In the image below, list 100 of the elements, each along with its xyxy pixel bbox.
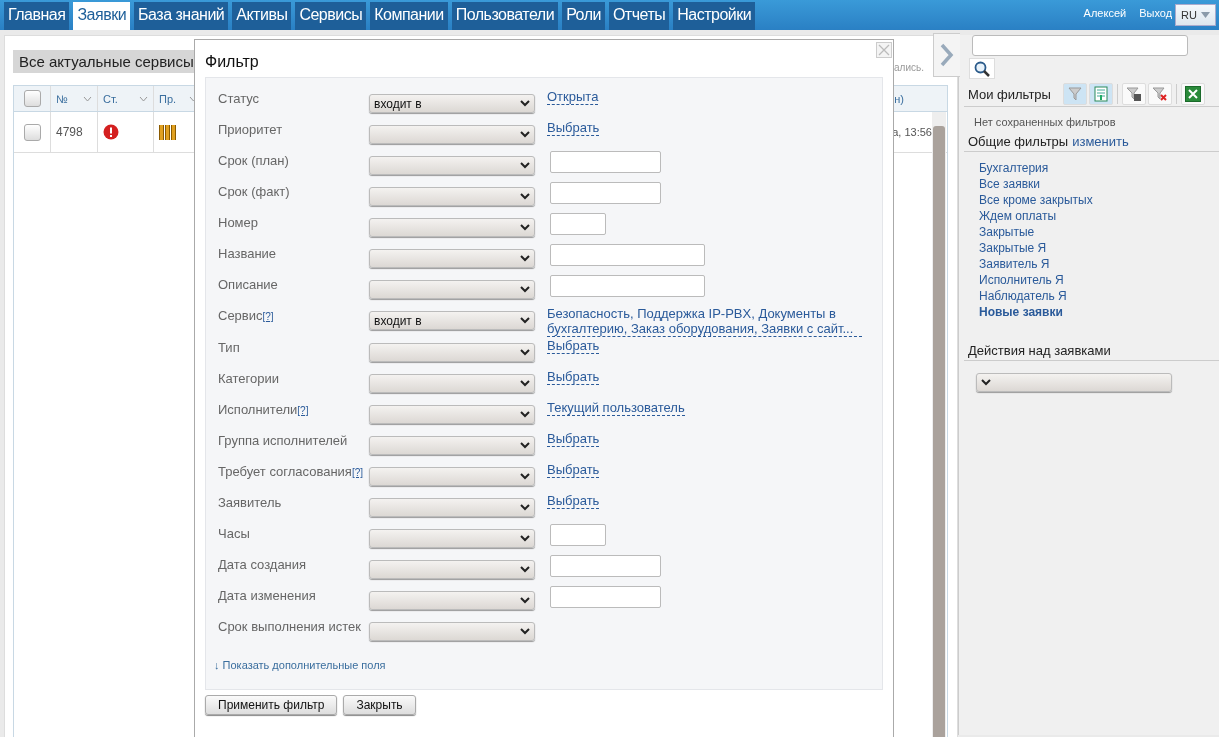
- help-link[interactable]: [?]: [351, 467, 364, 478]
- operator-select[interactable]: [369, 436, 535, 455]
- filter-link[interactable]: Наблюдатель Я: [979, 288, 1093, 304]
- value-link[interactable]: Выбрать: [547, 431, 600, 447]
- nav-tab[interactable]: Отчеты: [608, 2, 670, 30]
- save-filter-button[interactable]: [1121, 83, 1146, 105]
- chevron-icon: [981, 379, 991, 386]
- funnel-icon: [1067, 86, 1082, 102]
- operator-select[interactable]: [369, 218, 535, 237]
- filter-link[interactable]: Исполнитель Я: [979, 272, 1093, 288]
- value-link[interactable]: Выбрать: [547, 462, 600, 478]
- input-field[interactable]: [550, 586, 661, 608]
- help-link[interactable]: [?]: [297, 405, 309, 416]
- actions-select[interactable]: [976, 373, 1172, 392]
- operator-select[interactable]: [369, 529, 535, 548]
- checkbox[interactable]: [23, 90, 41, 107]
- chevron-icon: [940, 43, 954, 67]
- scrollbar[interactable]: [932, 112, 946, 737]
- nav-tab[interactable]: Заявки: [73, 2, 131, 30]
- column-header[interactable]: Ст.: [98, 86, 154, 111]
- operator-select[interactable]: [369, 591, 535, 610]
- filter-link[interactable]: Новые заявки: [979, 304, 1093, 320]
- value-link[interactable]: Выбрать: [547, 369, 600, 385]
- operator-select[interactable]: [369, 249, 535, 268]
- chevron-icon: [520, 597, 530, 604]
- operator-select[interactable]: [369, 156, 535, 175]
- operator-select[interactable]: [369, 187, 535, 206]
- checkbox[interactable]: [23, 123, 41, 141]
- nav-tab[interactable]: Настройки: [673, 2, 756, 30]
- filter-link[interactable]: Все кроме закрытых: [979, 192, 1093, 208]
- search-field[interactable]: [972, 35, 1188, 56]
- caret-icon: [1201, 12, 1210, 18]
- nav-tab[interactable]: Сервисы: [295, 2, 367, 30]
- nav-tab[interactable]: Главная: [4, 2, 70, 30]
- nav-tab[interactable]: База знаний: [134, 2, 229, 30]
- input-field[interactable]: [550, 555, 661, 577]
- filter-link[interactable]: Закрытые Я: [979, 240, 1093, 256]
- operator-select[interactable]: [369, 343, 535, 362]
- table-icon: [1093, 86, 1108, 102]
- filter-link[interactable]: Бухгалтерия: [979, 160, 1093, 176]
- operator-select[interactable]: [369, 622, 535, 641]
- operator-select[interactable]: [369, 405, 535, 424]
- nav-tab[interactable]: Пользователи: [451, 2, 559, 30]
- value-link[interactable]: Открыта: [547, 89, 599, 105]
- value-link[interactable]: Безопасность, Поддержка IP-PBX, Документы в бухгалтерию, Заказ оборудования, Заявки с сайт...: [547, 306, 862, 337]
- filter-link[interactable]: Все заявки: [979, 176, 1093, 192]
- field-label: Заявитель: [218, 495, 282, 510]
- panel-toggle[interactable]: [933, 33, 960, 77]
- columns-button[interactable]: [1088, 83, 1113, 105]
- field-label: Дата изменения: [218, 588, 316, 603]
- field-label: Требует согласования: [218, 464, 352, 479]
- search-button[interactable]: [969, 58, 995, 79]
- funnel-delete-icon: [1151, 86, 1168, 102]
- nav-tab[interactable]: Роли: [562, 2, 605, 30]
- operator-select[interactable]: [369, 125, 535, 144]
- value-link[interactable]: Текущий пользователь: [547, 400, 685, 416]
- operator-select[interactable]: [369, 374, 535, 393]
- input-field[interactable]: [550, 213, 606, 235]
- input-field[interactable]: [550, 275, 705, 297]
- filter-link[interactable]: Заявитель Я: [979, 256, 1093, 272]
- filter-button[interactable]: [1062, 83, 1087, 105]
- user-link[interactable]: Алексей: [1083, 4, 1127, 19]
- operator-select[interactable]: [369, 498, 535, 517]
- field-label: Сервис: [218, 308, 263, 323]
- close-icon[interactable]: [876, 42, 892, 58]
- edit-link[interactable]: изменить: [1072, 134, 1129, 149]
- operator-select[interactable]: входит в: [369, 311, 535, 330]
- delete-filter-button[interactable]: [1147, 83, 1172, 105]
- chevron-icon: [520, 317, 530, 324]
- help-link[interactable]: [?]: [262, 311, 274, 322]
- field-label: Статус: [218, 91, 260, 106]
- chevron-icon: [520, 286, 530, 293]
- column-header[interactable]: №: [51, 86, 98, 111]
- filter-link[interactable]: Закрытые: [979, 224, 1093, 240]
- operator-select[interactable]: [369, 560, 535, 579]
- input-field[interactable]: [550, 524, 606, 546]
- nav-tab[interactable]: Компании: [370, 2, 448, 30]
- export-button[interactable]: [1180, 83, 1205, 105]
- logout-link[interactable]: Выход: [1139, 4, 1173, 19]
- nav-tab[interactable]: Активы: [232, 2, 292, 30]
- value-link[interactable]: Выбрать: [547, 120, 600, 136]
- operator-select[interactable]: [369, 467, 535, 486]
- column-header[interactable]: н): [894, 92, 947, 105]
- operator-select[interactable]: [369, 280, 535, 299]
- value-link[interactable]: Выбрать: [547, 493, 600, 509]
- field-label: Номер: [218, 215, 258, 230]
- value-link[interactable]: Выбрать: [547, 338, 600, 354]
- chevron-icon: [520, 349, 530, 356]
- dialog-button[interactable]: Применить фильтр: [205, 695, 338, 715]
- filter-link[interactable]: Ждем оплаты: [979, 208, 1093, 224]
- chevron-icon: [83, 95, 92, 102]
- input-field[interactable]: [550, 244, 705, 266]
- list-note: ались.: [894, 62, 924, 73]
- language-select[interactable]: RU: [1175, 4, 1216, 26]
- dialog-button[interactable]: Закрыть: [343, 695, 416, 715]
- operator-select[interactable]: входит в: [369, 94, 535, 113]
- empty-message: Нет сохраненных фильтров: [974, 116, 1116, 128]
- input-field[interactable]: [550, 182, 661, 204]
- input-field[interactable]: [550, 151, 661, 173]
- more-fields-link[interactable]: ↓ Показать дополнительные поля: [214, 659, 870, 671]
